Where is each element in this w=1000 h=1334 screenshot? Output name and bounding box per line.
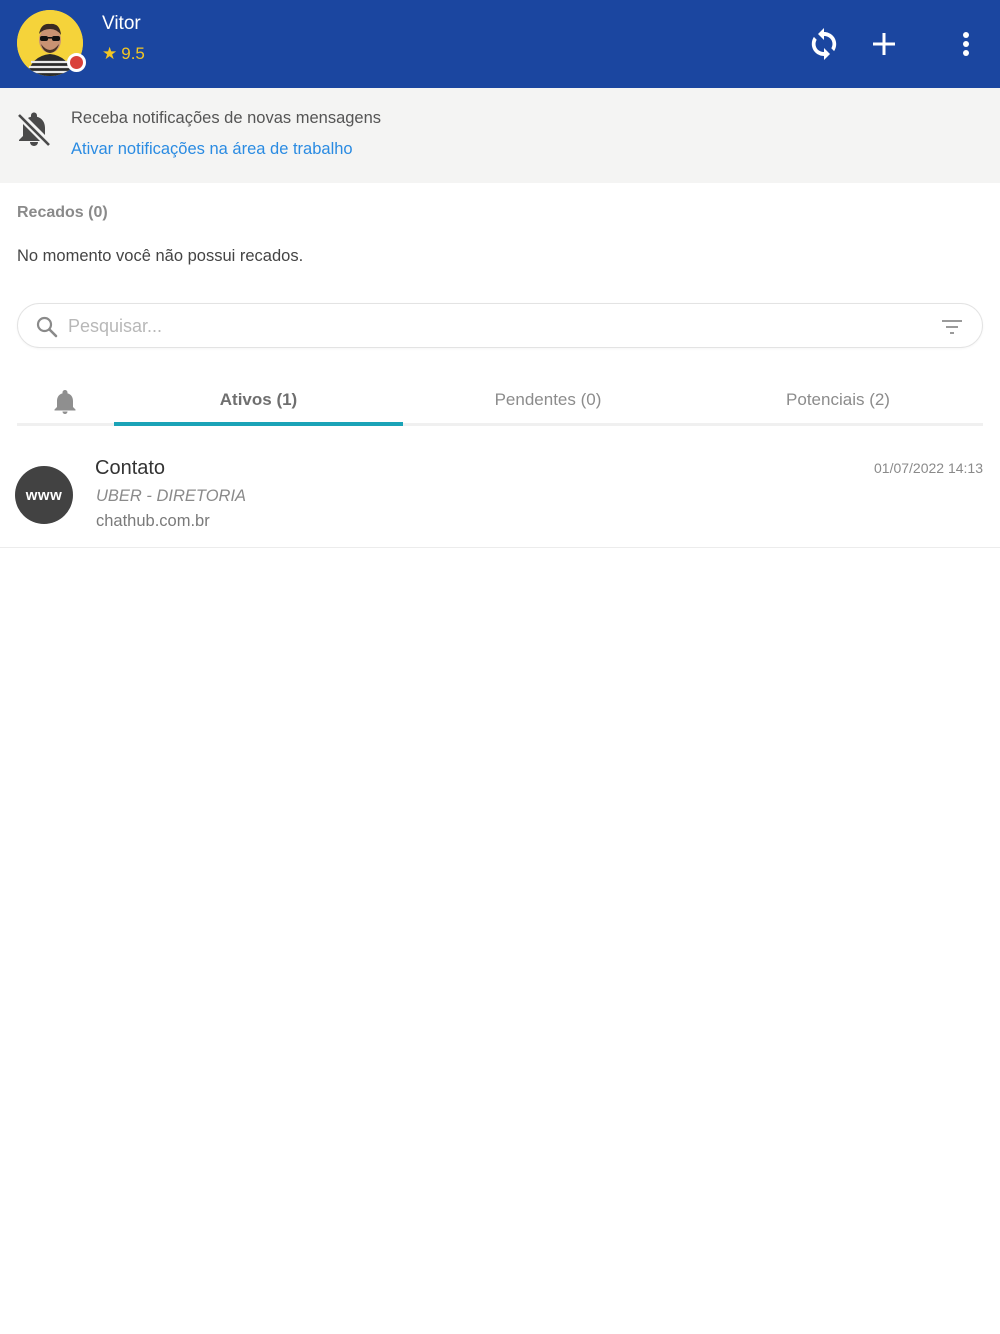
tab-notifications-bell-icon[interactable] [52, 389, 78, 415]
add-button[interactable] [866, 26, 902, 62]
recados-empty-message: No momento você não possui recados. [17, 247, 304, 265]
contact-avatar-www: www [15, 466, 73, 524]
refresh-button[interactable] [806, 26, 842, 62]
contact-name: Contato [95, 457, 166, 479]
recados-heading: Recados (0) [17, 204, 108, 221]
rating-value: 9.5 [121, 44, 145, 63]
notification-banner: Receba notificações de novas mensagens A… [0, 88, 1000, 183]
tab-pendentes[interactable]: Pendentes (0) [403, 390, 693, 410]
search-input[interactable] [68, 312, 918, 340]
enable-desktop-notifications-link[interactable]: Ativar notificações na área de trabalho [71, 140, 353, 159]
user-name: Vitor [102, 13, 141, 34]
more-options-button[interactable] [948, 26, 984, 62]
bell-off-icon [16, 112, 52, 148]
contact-site: chathub.com.br [96, 512, 210, 530]
star-icon: ★ [102, 44, 118, 63]
tab-potenciais[interactable]: Potenciais (2) [693, 390, 983, 410]
more-vertical-icon [963, 32, 969, 56]
filter-icon[interactable] [940, 316, 964, 338]
search-icon [36, 316, 58, 338]
search-bar [17, 303, 983, 348]
contact-subtitle: UBER - DIRETORIA [96, 487, 247, 505]
active-tab-indicator [114, 422, 403, 426]
user-rating: ★ 9.5 [102, 44, 145, 64]
conversation-list-item[interactable]: www Contato UBER - DIRETORIA chathub.com… [0, 442, 1000, 548]
refresh-icon [811, 28, 837, 60]
notification-title: Receba notificações de novas mensagens [71, 109, 382, 127]
app-header: Vitor ★ 9.5 [0, 0, 1000, 88]
online-status-indicator [67, 53, 86, 72]
plus-icon [873, 33, 895, 55]
tab-ativos[interactable]: Ativos (1) [114, 390, 403, 410]
contact-timestamp: 01/07/2022 14:13 [874, 460, 983, 476]
